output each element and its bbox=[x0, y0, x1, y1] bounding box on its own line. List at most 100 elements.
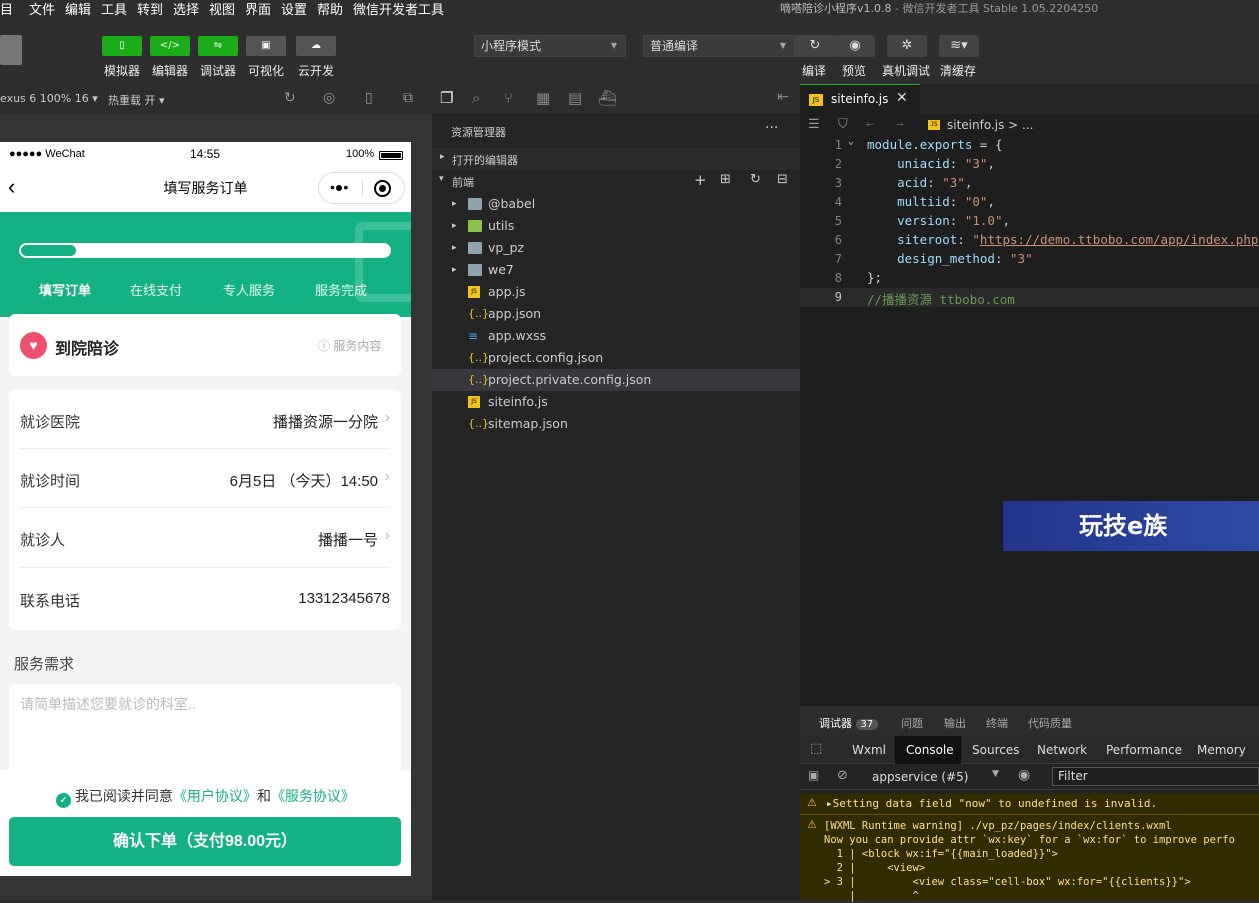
open-editors-section[interactable]: ▸ 打开的编辑器 bbox=[432, 148, 800, 170]
context-select[interactable]: appservice (#5) bbox=[872, 770, 968, 784]
service-content-link[interactable]: ⓘ 服务内容 bbox=[318, 337, 381, 354]
tree-item[interactable]: {..} sitemap.json bbox=[432, 413, 800, 435]
tree-item[interactable]: ▸ @babel bbox=[432, 193, 800, 215]
remote-debug-button[interactable]: ✲ bbox=[887, 35, 927, 57]
bookmark-icon[interactable]: ⛉ bbox=[838, 117, 848, 132]
close-icon[interactable]: ✕ bbox=[896, 90, 908, 106]
form-row-hospital[interactable]: 就诊医院 播播资源一分院 › bbox=[20, 390, 390, 449]
tree-item[interactable]: JS siteinfo.js bbox=[432, 391, 800, 413]
tree-item[interactable]: JS app.js bbox=[432, 281, 800, 303]
tree-item[interactable]: {..} app.json bbox=[432, 303, 800, 325]
phone-screen: ●●●●● WeChat 14:55 100% ‹ 填写服务订单 •●• 填写订… bbox=[0, 142, 411, 876]
warning-block[interactable]: ⚠ [WXML Runtime warning] ./vp_pz/pages/i… bbox=[800, 815, 1259, 902]
json-file-icon: {..} bbox=[468, 373, 489, 386]
cloud-button[interactable]: ☁ bbox=[296, 36, 336, 56]
compile-select[interactable]: 普通编译 ▼ bbox=[643, 35, 795, 57]
devtools-panel: 调试器 37 问题 输出 终端 代码质量 ⬚ Wxml Console Sour… bbox=[800, 706, 1259, 902]
tab-wxml[interactable]: Wxml bbox=[852, 743, 886, 757]
collapse-all-icon[interactable]: ⊟ bbox=[777, 172, 788, 187]
tab-output[interactable]: 输出 bbox=[944, 715, 966, 731]
phone-icon[interactable]: ▯ bbox=[365, 90, 373, 106]
eye-icon: ◉ bbox=[849, 38, 861, 53]
eye-icon[interactable]: ◉ bbox=[1018, 767, 1030, 783]
refresh-icon[interactable]: ↻ bbox=[750, 172, 761, 187]
debugger-button[interactable]: ⇋ bbox=[198, 36, 238, 56]
step-fill-order: 填写订单 bbox=[39, 283, 92, 298]
tree-item-label: @babel bbox=[488, 196, 536, 211]
tab-network[interactable]: Network bbox=[1037, 743, 1087, 757]
user-agreement-link[interactable]: 《用户协议》 bbox=[173, 788, 257, 804]
docker-icon[interactable]: ⛴ bbox=[598, 89, 617, 107]
inspect-icon[interactable]: ⬚ bbox=[810, 741, 822, 756]
forward-arrow-icon[interactable]: → bbox=[896, 117, 904, 132]
form-row-patient[interactable]: 就诊人 播播一号 › bbox=[20, 508, 390, 568]
compile-button[interactable]: ↻ bbox=[795, 35, 835, 57]
new-folder-icon[interactable]: ⊞ bbox=[720, 172, 731, 187]
form-row-phone[interactable]: 联系电话 13312345678 bbox=[20, 568, 390, 630]
back-arrow-icon[interactable]: ← bbox=[866, 117, 874, 132]
device-select[interactable]: exus 6 100% 16 ▾ bbox=[0, 92, 98, 105]
tree-item[interactable]: ▸ vp_pz bbox=[432, 237, 800, 259]
tab-performance[interactable]: Performance bbox=[1106, 743, 1182, 757]
warning-icon: ⚠ bbox=[807, 818, 817, 831]
log-text: ▸Setting data field "now" to undefined i… bbox=[826, 797, 1158, 810]
checkbox-checked-icon[interactable]: ✓ bbox=[56, 793, 72, 808]
reload-icon[interactable]: ↻ bbox=[284, 90, 296, 106]
tree-item[interactable]: ▸ we7 bbox=[432, 259, 800, 281]
agreement-line: ✓ 我已阅读并同意《用户协议》和《服务协议》 bbox=[0, 786, 411, 808]
more-icon[interactable]: •●• bbox=[330, 179, 348, 195]
tree-item[interactable]: {..} project.config.json bbox=[432, 347, 800, 369]
list-icon[interactable]: ☰ bbox=[808, 117, 820, 132]
popout-icon[interactable]: ⧉ bbox=[403, 90, 413, 106]
tree-item-label: utils bbox=[488, 218, 515, 233]
explorer-title: 资源管理器 bbox=[451, 126, 506, 139]
tab-memory[interactable]: Memory bbox=[1197, 743, 1246, 757]
visual-button[interactable]: ▣ bbox=[246, 36, 286, 56]
tree-item[interactable]: ≡ app.wxss bbox=[432, 325, 800, 347]
warning-row[interactable]: ⚠ ▸Setting data field "now" to undefined… bbox=[800, 794, 1259, 815]
line-number: 3 bbox=[834, 176, 842, 190]
step-done: 服务完成 bbox=[315, 283, 368, 298]
toolbar: ▯ 模拟器 </> 编辑器 ⇋ 调试器 ▣ 可视化 ☁ 云开发 小程序模式 ▼ 普… bbox=[0, 16, 1259, 84]
service-agreement-link[interactable]: 《服务协议》 bbox=[271, 788, 355, 804]
more-icon[interactable]: ··· bbox=[765, 120, 778, 136]
avatar[interactable] bbox=[0, 35, 22, 65]
stop-icon[interactable]: ◎ bbox=[323, 90, 335, 106]
close-mini-icon[interactable] bbox=[374, 180, 391, 197]
css-file-icon: ≡ bbox=[468, 329, 479, 343]
extensions-icon[interactable]: ▤ bbox=[568, 89, 582, 107]
tree-item[interactable]: {..} project.private.config.json bbox=[432, 369, 800, 391]
needs-textarea[interactable]: 请简单描述您要就诊的科室.. bbox=[9, 684, 401, 784]
mode-select[interactable]: 小程序模式 ▼ bbox=[474, 35, 626, 57]
new-file-icon[interactable]: + bbox=[694, 171, 707, 189]
editor-button[interactable]: </> bbox=[150, 36, 190, 56]
submit-order-button[interactable]: 确认下单（支付98.00元） bbox=[9, 817, 401, 866]
tab-console[interactable]: Console bbox=[906, 743, 954, 757]
git-icon[interactable]: ⑂ bbox=[504, 89, 513, 107]
tab-siteinfo[interactable]: JS siteinfo.js ✕ bbox=[800, 84, 920, 114]
tab-terminal[interactable]: 终端 bbox=[986, 715, 1008, 731]
clear-cache-button[interactable]: ≋▾ bbox=[939, 35, 979, 57]
form-row-time[interactable]: 就诊时间 6月5日 （今天）14:50 › bbox=[20, 449, 390, 508]
tab-sources[interactable]: Sources bbox=[972, 743, 1019, 757]
hotreload-toggle[interactable]: 热重载 开 ▾ bbox=[108, 92, 165, 108]
tab-code-quality[interactable]: 代码质量 bbox=[1028, 715, 1072, 731]
simulator-button[interactable]: ▯ bbox=[102, 36, 142, 56]
debug-icon[interactable]: ▦ bbox=[536, 89, 550, 107]
collapse-panel-icon[interactable]: ⇤ bbox=[777, 89, 789, 105]
tree-item[interactable]: ▸ utils bbox=[432, 215, 800, 237]
root-folder-section[interactable]: ▾ 前端 + ⊞ ↻ ⊟ bbox=[432, 170, 800, 192]
breadcrumb[interactable]: siteinfo.js > ... bbox=[947, 118, 1034, 132]
tab-problems[interactable]: 问题 bbox=[901, 715, 923, 731]
code-editor: JS siteinfo.js ✕ ☰ ⛉ ← → JS siteinfo.js … bbox=[800, 84, 1259, 706]
line-number: 1 bbox=[834, 138, 842, 152]
search-icon[interactable]: ⌕ bbox=[472, 89, 480, 107]
preview-button[interactable]: ◉ bbox=[835, 35, 875, 57]
capsule-menu: •●• bbox=[318, 172, 405, 204]
clear-console-icon[interactable]: ⊘ bbox=[837, 768, 848, 783]
fold-chevron-icon[interactable]: ⌄ bbox=[848, 136, 854, 147]
filter-input[interactable]: Filter bbox=[1052, 767, 1259, 786]
files-icon[interactable]: ❐ bbox=[440, 89, 453, 107]
tab-debugger[interactable]: 调试器 37 bbox=[819, 715, 879, 731]
sidebar-toggle-icon[interactable]: ▣ bbox=[808, 768, 819, 782]
